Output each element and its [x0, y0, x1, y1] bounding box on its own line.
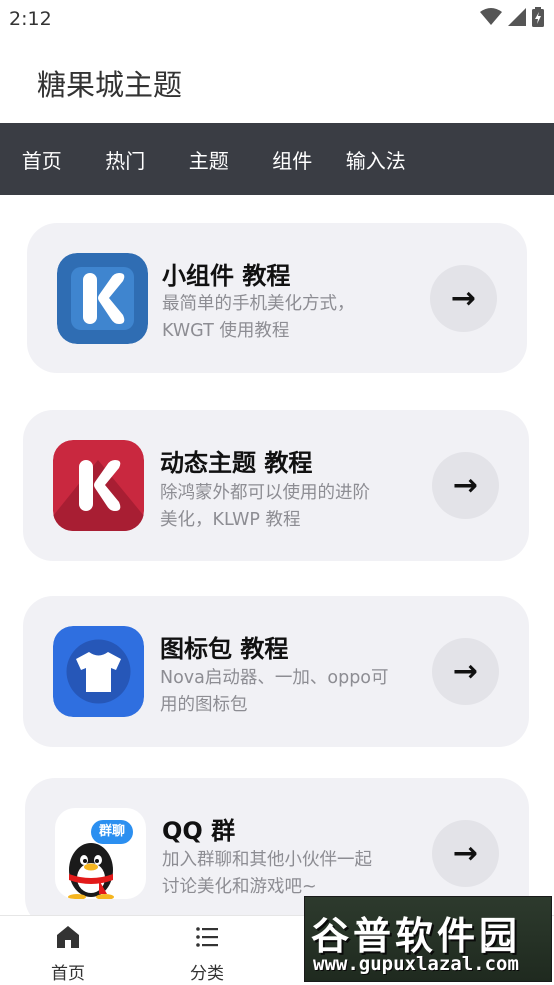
signal-icon — [508, 8, 526, 30]
arrow-right-icon: → — [452, 836, 479, 871]
home-icon — [55, 924, 81, 955]
arrow-right-icon: → — [452, 468, 479, 503]
tab-popular[interactable]: 热门 — [84, 145, 168, 174]
card-title: 图标包 教程 — [160, 635, 289, 663]
arrow-right-icon: → — [452, 654, 479, 689]
tab-widgets[interactable]: 组件 — [251, 145, 335, 174]
app-title: 糖果城主题 — [37, 68, 183, 102]
chat-bubble-badge: 群聊 — [91, 820, 134, 844]
tab-themes[interactable]: 主题 — [167, 145, 251, 174]
list-icon — [194, 924, 220, 955]
wifi-icon — [480, 8, 502, 30]
badge-label: 群聊 — [99, 824, 126, 839]
status-bar: 2:12 — [0, 0, 554, 38]
kwgt-icon — [57, 253, 148, 344]
arrow-right-button[interactable]: → — [432, 452, 499, 519]
arrow-right-button[interactable]: → — [432, 638, 499, 705]
tab-home[interactable]: 首页 — [0, 145, 84, 174]
watermark: 谷普软件园 www.gupuxlazal.com — [304, 896, 552, 982]
status-icons — [480, 7, 544, 31]
watermark-logo: 谷普软件园 — [311, 914, 522, 958]
bottom-nav-home[interactable]: 首页 — [51, 924, 85, 984]
card-title: QQ 群 — [162, 817, 236, 845]
watermark-url: www.gupuxlazal.com — [313, 953, 519, 975]
top-nav: 首页 热门 主题 组件 输入法 — [0, 123, 554, 195]
status-time: 2:12 — [9, 8, 52, 30]
bottom-nav-label: 分类 — [190, 964, 224, 984]
arrow-right-icon: → — [450, 281, 477, 316]
tshirt-icon — [53, 626, 144, 717]
card-live-theme-tutorial[interactable]: 动态主题 教程 除鸿蒙外都可以使用的进阶美化，KLWP 教程 → — [23, 410, 529, 561]
klwp-icon — [53, 440, 144, 531]
arrow-right-button[interactable]: → — [430, 265, 497, 332]
arrow-right-button[interactable]: → — [432, 820, 499, 887]
bottom-nav-label: 首页 — [51, 964, 85, 984]
card-title: 动态主题 教程 — [160, 449, 313, 477]
card-description: Nova启动器、一加、oppo可用的图标包 — [160, 668, 389, 715]
card-description: 除鸿蒙外都可以使用的进阶美化，KLWP 教程 — [160, 483, 370, 530]
card-widget-tutorial[interactable]: 小组件 教程 最简单的手机美化方式，KWGT 使用教程 → — [27, 223, 527, 373]
card-description: 最简单的手机美化方式，KWGT 使用教程 — [162, 294, 355, 341]
tab-input-method[interactable]: 输入法 — [334, 145, 418, 174]
card-description: 加入群聊和其他小伙伴一起讨论美化和游戏吧~ — [162, 850, 372, 897]
battery-charging-icon — [532, 7, 544, 31]
bottom-nav-category[interactable]: 分类 — [190, 924, 224, 984]
card-title: 小组件 教程 — [162, 262, 291, 290]
qq-penguin-icon: 群聊 — [55, 808, 146, 899]
card-icon-pack-tutorial[interactable]: 图标包 教程 Nova启动器、一加、oppo可用的图标包 → — [23, 596, 529, 747]
